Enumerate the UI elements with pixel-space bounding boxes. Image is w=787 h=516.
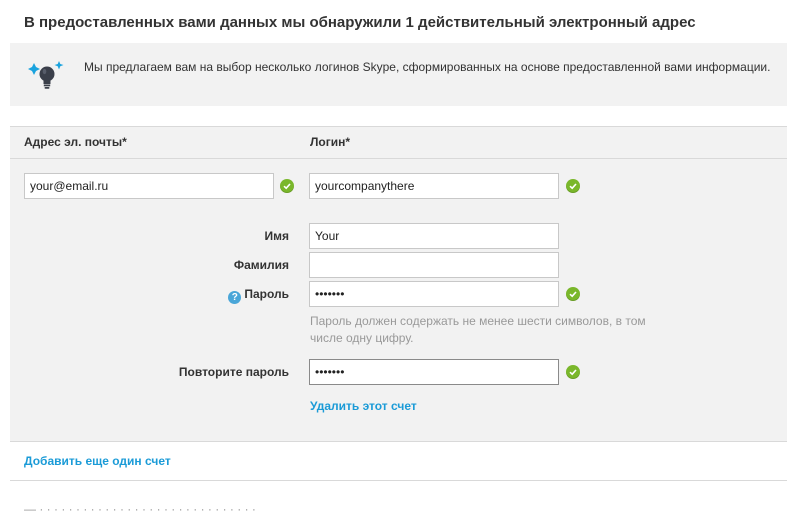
help-icon[interactable]: ?: [228, 291, 242, 304]
repeat-password-field[interactable]: [309, 359, 559, 385]
info-text: Мы предлагаем вам на выбор несколько лог…: [84, 60, 771, 74]
check-icon: [566, 179, 580, 193]
last-name-field[interactable]: [309, 252, 559, 278]
repeat-password-label: Повторите пароль: [178, 365, 289, 379]
check-icon: [566, 287, 580, 301]
check-icon: [566, 365, 580, 379]
email-field[interactable]: [24, 173, 274, 199]
password-label-row: ? Пароль: [89, 287, 289, 304]
password-label: Пароль: [244, 287, 289, 301]
password-hint: Пароль должен содержать не менее шести с…: [310, 314, 646, 345]
delete-account-link[interactable]: Удалить этот счет: [310, 399, 417, 413]
first-name-label: Имя: [264, 229, 289, 243]
divider: [10, 480, 787, 481]
divider: [10, 158, 787, 159]
add-account-link[interactable]: Добавить еще один счет: [24, 454, 171, 468]
first-name-field[interactable]: [309, 223, 559, 249]
page-title: В предоставленных вами данных мы обнаруж…: [24, 14, 696, 31]
info-box: Мы предлагаем вам на выбор несколько лог…: [10, 43, 787, 106]
divider: [10, 441, 787, 442]
lightbulb-icon: [28, 57, 66, 95]
check-icon: [280, 179, 294, 193]
login-field[interactable]: [309, 173, 559, 199]
last-name-label: Фамилия: [233, 258, 289, 272]
footer-text-partial: — · · · · · · · · · · · · · · · · · · · …: [24, 502, 256, 516]
password-field[interactable]: [309, 281, 559, 307]
login-column-label: Логин*: [310, 135, 351, 149]
email-column-label: Адрес эл. почты*: [24, 135, 127, 149]
